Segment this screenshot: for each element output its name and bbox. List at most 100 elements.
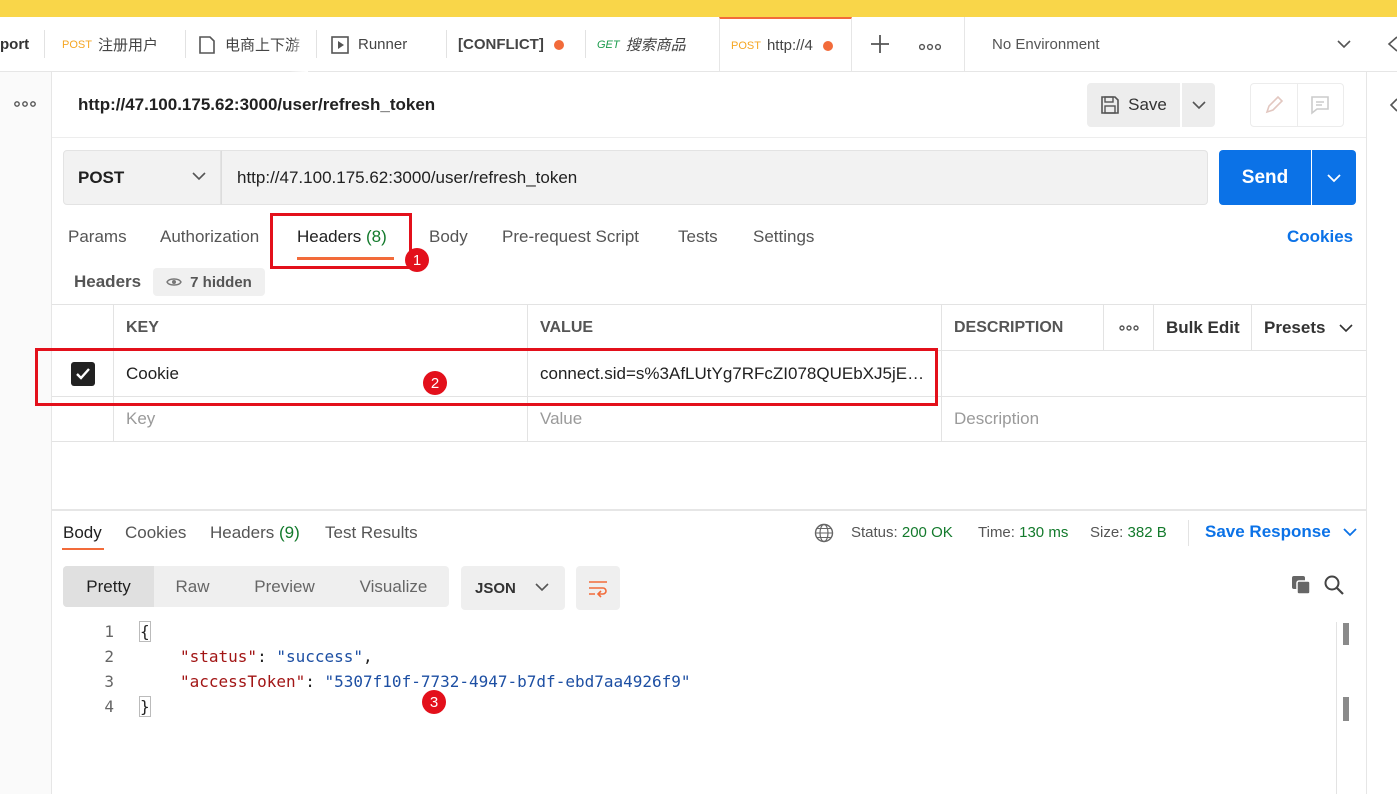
tab-register-user[interactable]: POST 注册用户 — [62, 17, 182, 72]
search-icon[interactable] — [1323, 574, 1345, 601]
new-description-input[interactable]: Description — [941, 397, 1366, 441]
request-header: http://47.100.175.62:3000/user/refresh_t… — [52, 72, 1366, 138]
environment-select[interactable]: No Environment — [992, 17, 1372, 72]
send-button[interactable]: Send — [1219, 150, 1311, 205]
method-badge: GET — [597, 38, 620, 51]
tab-collection[interactable]: 电商上下游 — [197, 17, 303, 72]
tab-conflict[interactable]: [CONFLICT] — [458, 17, 578, 72]
request-tabs: Params Authorization Headers (8) Body Pr… — [0, 227, 1397, 251]
wrap-lines-icon — [589, 581, 607, 598]
view-preview-button[interactable]: Preview — [231, 566, 338, 607]
status-label: Status: — [851, 524, 898, 541]
environment-quicklook-icon[interactable] — [1385, 35, 1397, 58]
response-headers-count: (9) — [279, 523, 300, 542]
tab-label: [CONFLICT] — [458, 36, 544, 53]
eye-icon — [166, 278, 182, 286]
line-number: 2 — [104, 647, 114, 666]
tab-label: Runner — [358, 36, 408, 53]
globe-icon[interactable] — [814, 523, 834, 548]
response-status[interactable]: Status: 200 OK — [851, 524, 953, 541]
send-options-button[interactable] — [1312, 150, 1356, 205]
format-select[interactable]: JSON — [461, 566, 565, 610]
tab-body[interactable]: Body — [429, 227, 468, 247]
time-value: 130 ms — [1019, 524, 1069, 541]
size-value: 382 B — [1127, 524, 1167, 541]
view-raw-button[interactable]: Raw — [154, 566, 231, 607]
tab-tests[interactable]: Tests — [678, 227, 718, 247]
edit-pencil-icon[interactable] — [1251, 84, 1297, 126]
close-brace: } — [139, 696, 151, 717]
tab-runner[interactable]: Runner — [330, 17, 440, 72]
annotation-badge-1: 1 — [405, 248, 429, 272]
line-number: 1 — [104, 622, 114, 641]
more-tabs-icon[interactable] — [918, 39, 942, 57]
status-value: 200 OK — [901, 524, 953, 541]
request-title[interactable]: http://47.100.175.62:3000/user/refresh_t… — [78, 95, 435, 115]
headers-section-label: Headers — [74, 272, 142, 291]
response-time[interactable]: Time: 130 ms — [978, 524, 1068, 541]
scroll-marker — [1343, 697, 1349, 721]
code-line: 4 } — [52, 696, 1332, 722]
save-button[interactable]: Save — [1087, 83, 1180, 127]
annotation-badge-2: 2 — [423, 371, 447, 395]
wrap-lines-button[interactable] — [576, 566, 620, 610]
header-description-cell[interactable] — [941, 351, 1366, 396]
bulk-edit-button[interactable]: Bulk Edit — [1153, 305, 1251, 350]
response-tab-body[interactable]: Body — [63, 523, 102, 543]
column-description: DESCRIPTION — [941, 305, 1103, 350]
view-visualize-button[interactable]: Visualize — [338, 566, 449, 607]
tab-params[interactable]: Params — [68, 227, 127, 247]
column-value: VALUE — [527, 305, 941, 350]
chevron-down-icon — [1343, 528, 1358, 537]
code-line: 3 "accessToken": "5307f10f-7732-4947-b7d… — [52, 672, 1332, 697]
send-label: Send — [1241, 166, 1289, 188]
response-tab-test-results[interactable]: Test Results — [325, 523, 418, 543]
unsaved-dot-icon — [553, 39, 564, 50]
presets-dropdown[interactable]: Presets — [1251, 305, 1366, 350]
method-select[interactable]: POST — [63, 150, 221, 205]
code-line: 1 { — [52, 621, 1332, 647]
tab-active-request[interactable]: POST http://4 — [719, 17, 852, 72]
hidden-headers-toggle[interactable]: 7 hidden — [153, 268, 265, 296]
tab-search-products[interactable]: GET 搜索商品 — [597, 17, 707, 72]
tab-label: 搜索商品 — [625, 37, 686, 54]
tab-label: http://4 — [766, 37, 813, 54]
tab-separator — [446, 30, 447, 58]
url-value: http://47.100.175.62:3000/user/refresh_t… — [237, 167, 578, 187]
new-tab-plus-icon[interactable] — [869, 33, 891, 60]
view-pretty-button[interactable]: Pretty — [63, 566, 154, 607]
cookies-link[interactable]: Cookies — [1287, 227, 1353, 247]
sidebar-more-icon[interactable] — [14, 96, 36, 114]
column-more-icon[interactable] — [1103, 305, 1153, 350]
response-size[interactable]: Size: 382 B — [1090, 524, 1167, 541]
response-tab-cookies[interactable]: Cookies — [125, 523, 186, 543]
save-icon — [1101, 96, 1119, 114]
table-header-row: KEY VALUE DESCRIPTION Bulk Edit Presets — [52, 305, 1366, 351]
save-options-button[interactable] — [1182, 83, 1215, 127]
copy-icon[interactable] — [1290, 574, 1312, 601]
comment-icon[interactable] — [1296, 84, 1344, 126]
response-body-editor[interactable]: 1 { 2 "status": "success", 3 "accessToke… — [52, 621, 1342, 794]
response-tab-headers[interactable]: Headers (9) — [210, 523, 300, 543]
url-input[interactable]: http://47.100.175.62:3000/user/refresh_t… — [221, 150, 1208, 205]
collapse-right-icon[interactable] — [1389, 97, 1397, 118]
top-notice-bar — [0, 0, 1397, 17]
status-divider — [1188, 520, 1189, 546]
left-sidebar — [0, 72, 52, 794]
tab-import[interactable]: port — [0, 17, 40, 72]
chevron-down-icon — [1191, 101, 1206, 110]
save-response-button[interactable]: Save Response — [1205, 522, 1358, 542]
tab-separator — [185, 30, 186, 58]
tab-prerequest-script[interactable]: Pre-request Script — [502, 227, 639, 247]
tab-fade — [290, 17, 308, 72]
pane-divider[interactable] — [52, 509, 1366, 511]
environment-label: No Environment — [992, 36, 1100, 53]
format-value: JSON — [475, 579, 516, 597]
json-key: "status" — [180, 647, 258, 666]
edit-comment-group — [1250, 83, 1344, 127]
tab-separator — [585, 30, 586, 58]
line-number: 3 — [104, 672, 114, 691]
tab-authorization[interactable]: Authorization — [160, 227, 259, 247]
tab-settings[interactable]: Settings — [753, 227, 814, 247]
tab-bar: port POST 注册用户 电商上下游 Runner [CONFLICT] G… — [0, 17, 1397, 72]
